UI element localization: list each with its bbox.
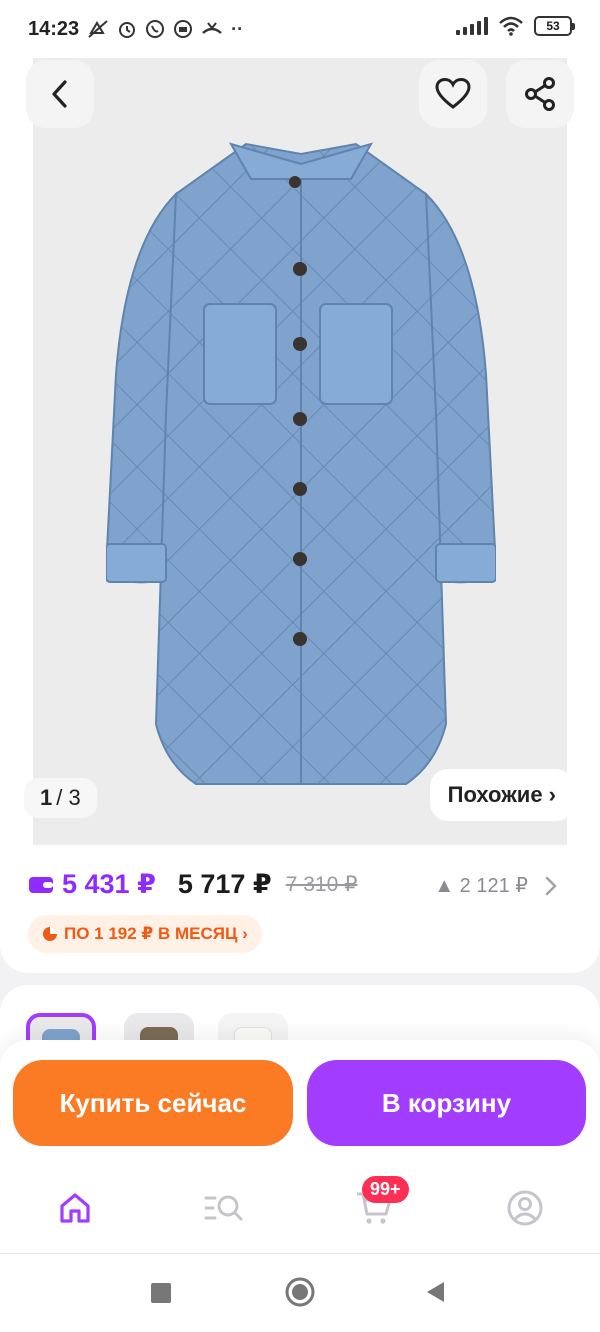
- price-card: 5 431 ₽ 5 717 ₽ 7 310 ₽ ▲ 2 121 ₽ ПО 1 1…: [0, 845, 600, 973]
- cart-badge: 99+: [362, 1176, 409, 1203]
- image-counter-current: 1: [40, 785, 53, 810]
- back-system-icon[interactable]: [424, 1280, 446, 1304]
- product-image-coat[interactable]: [106, 124, 496, 824]
- mute-icon: [88, 20, 108, 38]
- old-price: 7 310 ₽: [285, 873, 358, 896]
- favorite-button[interactable]: [419, 60, 487, 128]
- viber-icon: [146, 20, 165, 38]
- installment-label: ПО 1 192 ₽ В МЕСЯЦ ›: [64, 924, 248, 943]
- chevron-left-icon: [52, 80, 67, 108]
- catalog-search-icon: [204, 1195, 243, 1221]
- main-price: 5 717 ₽: [177, 869, 272, 899]
- add-to-cart-button[interactable]: В корзину: [307, 1060, 586, 1146]
- nav-home[interactable]: [53, 1186, 97, 1230]
- more-notifications-icon: ··: [231, 18, 244, 39]
- discount-amount: ▲ 2 121 ₽: [434, 875, 528, 897]
- nav-profile[interactable]: [503, 1186, 547, 1230]
- image-counter-total: / 3: [56, 785, 81, 810]
- similar-products-button[interactable]: Похожие ›: [429, 769, 574, 821]
- action-bar: Купить сейчас В корзину: [0, 1040, 600, 1160]
- wifi-icon: [499, 16, 523, 36]
- wallet-price: 5 431 ₽: [62, 869, 156, 899]
- vpn-icon: [174, 20, 193, 38]
- status-notification-icons: ··: [87, 19, 243, 40]
- installment-button[interactable]: ПО 1 192 ₽ В МЕСЯЦ ›: [28, 915, 262, 953]
- share-icon: [525, 77, 555, 111]
- signal-icon: [456, 17, 488, 35]
- heart-icon: [435, 78, 471, 109]
- buy-now-button[interactable]: Купить сейчас: [13, 1060, 293, 1146]
- price-history-button[interactable]: ▲ 2 121 ₽: [434, 873, 558, 898]
- profile-icon: [507, 1190, 543, 1226]
- pie-chart-icon: [43, 927, 57, 941]
- image-counter: 1 / 3: [24, 778, 97, 818]
- nav-catalog[interactable]: [202, 1186, 246, 1230]
- home-system-icon[interactable]: [284, 1276, 316, 1308]
- product-gallery[interactable]: 1 / 3 Похожие ›: [0, 58, 600, 845]
- home-icon: [60, 1193, 90, 1223]
- alarm-icon: [119, 22, 136, 38]
- recent-apps-icon[interactable]: [150, 1282, 172, 1304]
- battery-indicator: 53: [534, 16, 575, 36]
- missed-call-icon: [202, 22, 222, 34]
- system-nav-bar: [0, 1254, 600, 1332]
- status-time: 14:23: [28, 17, 80, 40]
- share-button[interactable]: [506, 60, 574, 128]
- back-button[interactable]: [26, 60, 94, 128]
- chevron-right-icon: [545, 876, 557, 895]
- bottom-nav: 99+: [0, 1160, 600, 1254]
- wallet-icon: [29, 876, 53, 893]
- status-bar: 14:23 ·· 53: [0, 0, 600, 58]
